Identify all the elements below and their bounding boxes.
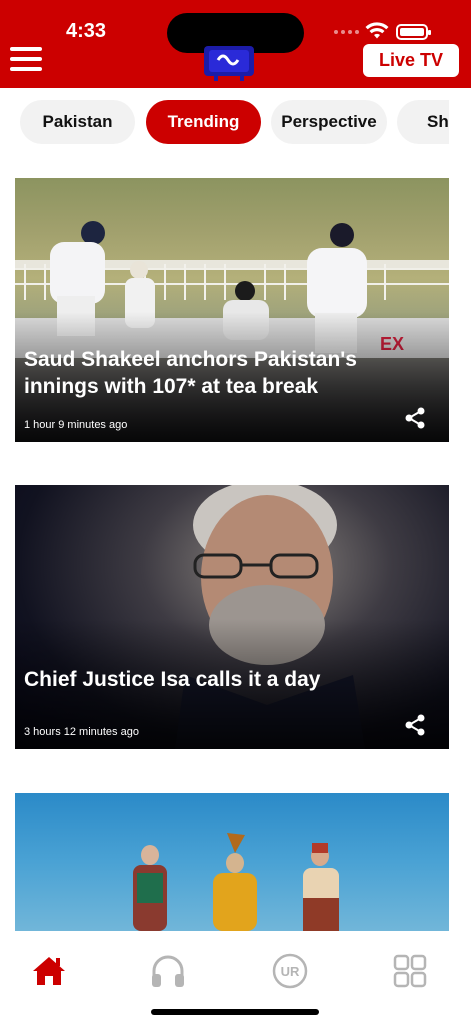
hamburger-menu-icon[interactable] [10, 47, 42, 73]
article-time: 1 hour 9 minutes ago [24, 419, 128, 431]
ur-label: UR [281, 964, 300, 979]
article-time: 3 hours 12 minutes ago [24, 726, 139, 738]
status-time: 4:33 [66, 20, 107, 42]
signal-icon [334, 28, 360, 36]
tv-logo-icon[interactable] [200, 46, 258, 82]
home-icon[interactable] [29, 951, 69, 991]
grid-icon[interactable] [390, 951, 430, 991]
live-tv-button[interactable]: Live TV [363, 44, 459, 77]
article-headline[interactable]: Saud Shakeel anchors Pakistan's innings … [24, 346, 424, 400]
article-card[interactable]: Chief Justice Isa calls it a day 3 hours… [15, 485, 449, 749]
home-indicator [151, 1009, 319, 1015]
tab-trending[interactable]: Trending [146, 100, 261, 144]
tabs-edge [449, 88, 471, 156]
share-icon[interactable] [403, 713, 427, 737]
article-headline[interactable]: Chief Justice Isa calls it a day [24, 666, 424, 693]
app-header: 4:33 Live TV [0, 0, 471, 88]
article-card[interactable]: EX Saud Shakeel anchors Pakistan's innin… [15, 178, 449, 442]
headphones-icon[interactable] [148, 951, 188, 991]
share-icon[interactable] [403, 406, 427, 430]
ur-language-icon[interactable]: UR [270, 951, 310, 991]
article-card[interactable] [15, 793, 449, 931]
tab-perspective[interactable]: Perspective [271, 100, 387, 144]
category-tabs: Pakistan Trending Perspective Sh [0, 88, 471, 156]
dance-photo [133, 833, 339, 931]
battery-icon [396, 24, 431, 40]
tab-pakistan[interactable]: Pakistan [20, 100, 135, 144]
wifi-icon [365, 22, 389, 39]
